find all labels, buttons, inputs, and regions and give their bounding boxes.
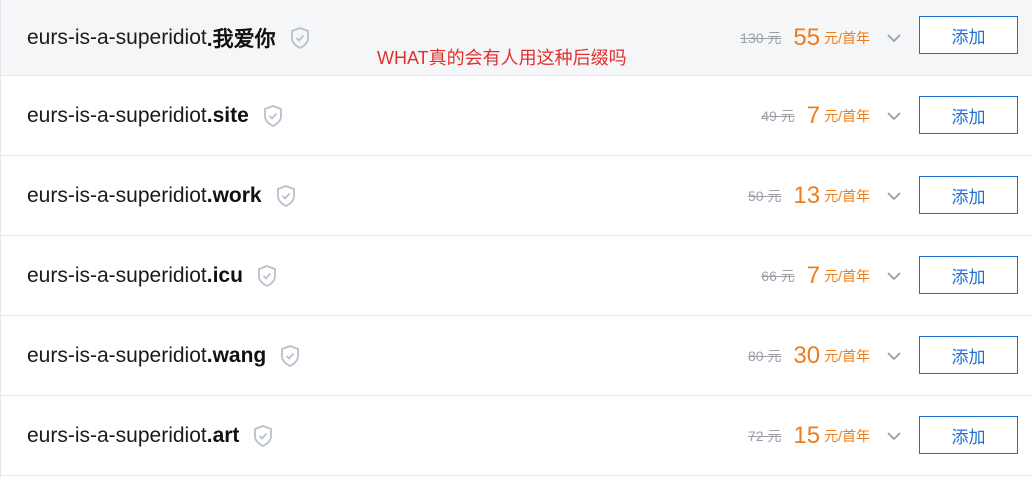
- domain-tld: .work: [206, 183, 262, 207]
- original-price: 49 元: [761, 107, 795, 124]
- domain-row: eurs-is-a-superidiot .art 72 元 15 元/首年 添加: [1, 396, 1032, 476]
- domain-row: eurs-is-a-superidiot .wang 80 元 30 元/首年 添…: [1, 316, 1032, 396]
- domain-label: eurs-is-a-superidiot: [27, 343, 207, 367]
- chevron-down-icon[interactable]: [886, 76, 902, 155]
- price-unit: 元/首年: [824, 187, 870, 204]
- original-price: 130 元: [740, 29, 782, 46]
- domain-name: eurs-is-a-superidiot .art: [27, 396, 273, 475]
- domain-result-list: eurs-is-a-superidiot .我爱你 130 元 55 元/首年 添…: [0, 0, 1032, 478]
- domain-label: eurs-is-a-superidiot: [27, 423, 207, 447]
- domain-label: eurs-is-a-superidiot: [27, 263, 207, 287]
- original-price: 80 元: [747, 347, 782, 364]
- shield-check-icon: [263, 104, 283, 127]
- price-box: 66 元 7 元/首年: [761, 236, 870, 315]
- price-unit: 元/首年: [824, 107, 870, 124]
- domain-tld: .art: [206, 423, 240, 447]
- domain-name: eurs-is-a-superidiot .site: [27, 76, 283, 155]
- discount-price: 7: [806, 101, 821, 129]
- domain-row: eurs-is-a-superidiot .site 49 元 7 元/首年 添加: [1, 76, 1032, 156]
- domain-name: eurs-is-a-superidiot .我爱你: [27, 0, 310, 75]
- chevron-down-icon[interactable]: [886, 316, 902, 395]
- price-box: 80 元 30 元/首年: [748, 316, 870, 395]
- shield-check-icon: [257, 264, 277, 287]
- discount-price: 15: [793, 421, 821, 449]
- discount-price: 55: [793, 23, 821, 51]
- add-button[interactable]: 添加: [919, 416, 1018, 454]
- add-button[interactable]: 添加: [919, 176, 1018, 214]
- domain-name: eurs-is-a-superidiot .wang: [27, 316, 300, 395]
- price-box: 130 元 55 元/首年: [740, 0, 870, 75]
- price-unit: 元/首年: [824, 29, 870, 46]
- original-price: 66 元: [761, 267, 795, 284]
- price-box: 50 元 13 元/首年: [748, 156, 870, 235]
- domain-tld: .我爱你: [206, 27, 276, 51]
- discount-price: 30: [793, 341, 821, 369]
- add-button[interactable]: 添加: [919, 96, 1018, 134]
- domain-tld: .site: [206, 103, 249, 127]
- chevron-down-icon[interactable]: [886, 0, 902, 75]
- domain-row: eurs-is-a-superidiot .work 50 元 13 元/首年 添…: [1, 156, 1032, 236]
- domain-tld: .icu: [206, 263, 243, 287]
- domain-label: eurs-is-a-superidiot: [27, 25, 207, 49]
- domain-name: eurs-is-a-superidiot .icu: [27, 236, 277, 315]
- shield-check-icon: [276, 184, 296, 207]
- price-box: 72 元 15 元/首年: [748, 396, 870, 475]
- domain-label: eurs-is-a-superidiot: [27, 103, 207, 127]
- discount-price: 13: [793, 181, 821, 209]
- domain-tld: .wang: [206, 343, 267, 367]
- domain-label: eurs-is-a-superidiot: [27, 183, 207, 207]
- domain-name: eurs-is-a-superidiot .work: [27, 156, 296, 235]
- add-button[interactable]: 添加: [919, 256, 1018, 294]
- chevron-down-icon[interactable]: [886, 396, 902, 475]
- discount-price: 7: [806, 261, 821, 289]
- chevron-down-icon[interactable]: [886, 236, 902, 315]
- annotation-text: WHAT真的会有人用这种后缀吗: [377, 48, 627, 68]
- chevron-down-icon[interactable]: [886, 156, 902, 235]
- price-unit: 元/首年: [824, 267, 870, 284]
- shield-check-icon: [280, 344, 300, 367]
- price-box: 49 元 7 元/首年: [761, 76, 870, 155]
- price-unit: 元/首年: [824, 427, 870, 444]
- price-unit: 元/首年: [824, 347, 870, 364]
- domain-row: eurs-is-a-superidiot .icu 66 元 7 元/首年 添加: [1, 236, 1032, 316]
- original-price: 50 元: [747, 187, 782, 204]
- add-button[interactable]: 添加: [919, 336, 1018, 374]
- shield-check-icon: [290, 26, 310, 49]
- add-button[interactable]: 添加: [919, 16, 1018, 54]
- shield-check-icon: [253, 424, 273, 447]
- original-price: 72 元: [747, 427, 782, 444]
